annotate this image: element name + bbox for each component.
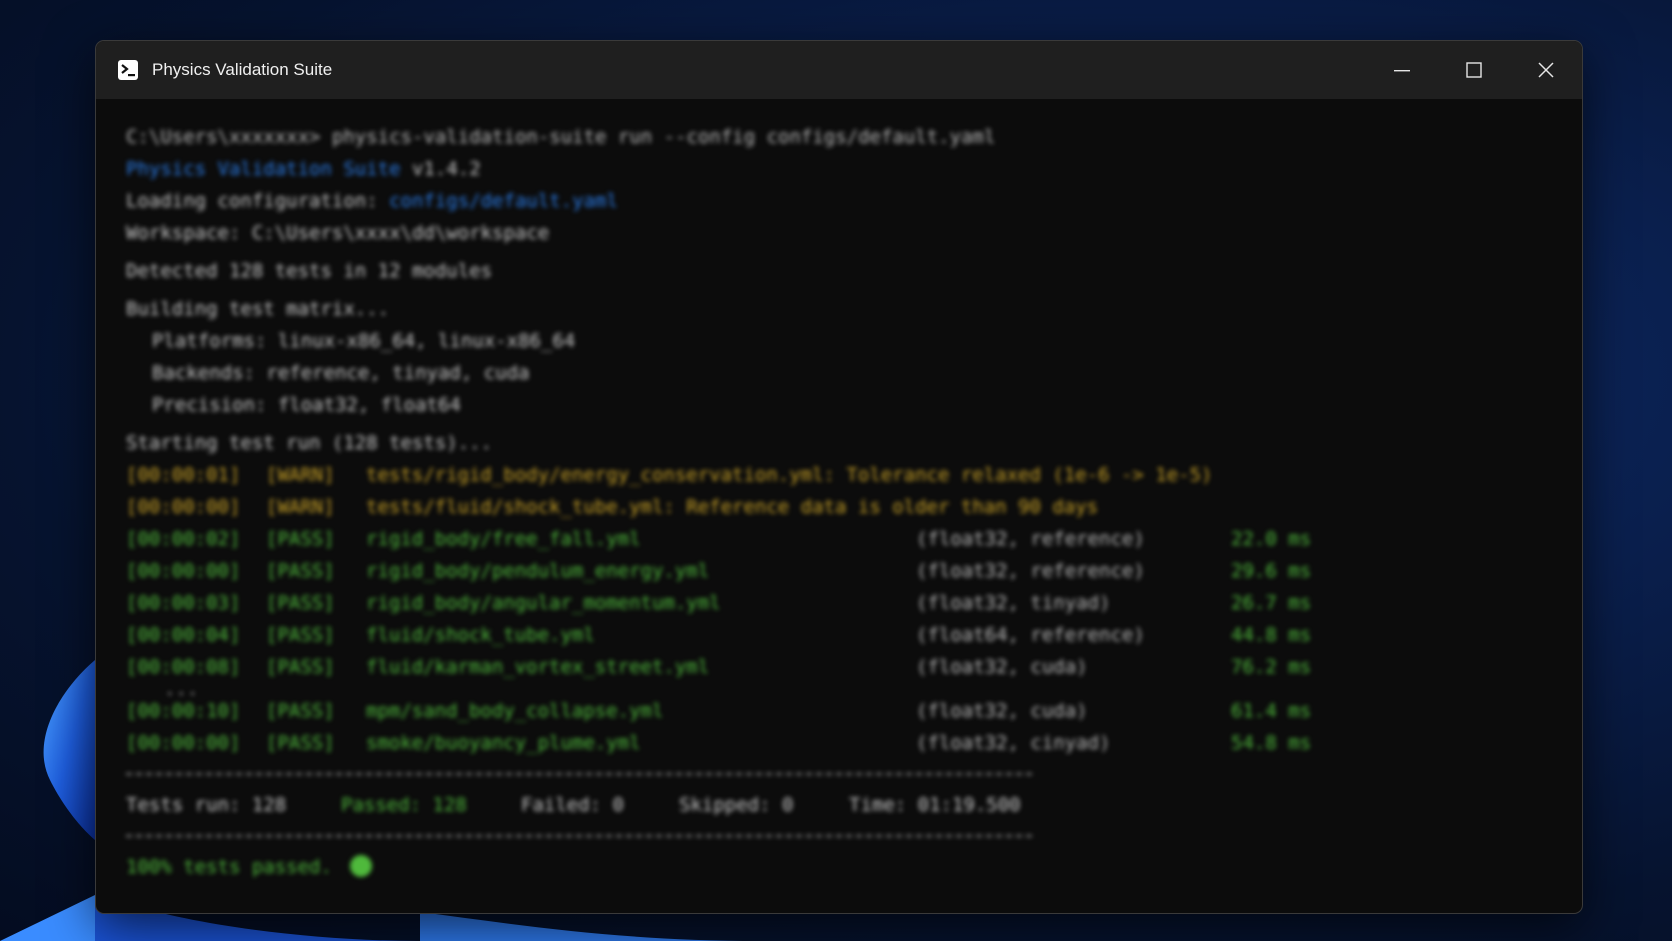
command-line: C:\Users\xxxxxxx> physics-validation-sui… (126, 126, 996, 148)
maximize-icon (1466, 62, 1482, 78)
terminal-output[interactable]: C:\Users\xxxxxxx> physics-validation-sui… (96, 99, 1582, 913)
title-bar[interactable]: Physics Validation Suite (96, 41, 1582, 99)
terminal-app-icon (116, 58, 140, 82)
final-status-line: 100% tests passed. (126, 851, 1582, 883)
warn-line: [00:00:00] [WARN] tests/fluid/shock_tube.y… (126, 496, 1099, 518)
minimize-icon (1394, 70, 1410, 72)
window-title: Physics Validation Suite (152, 60, 333, 79)
pass-line: [00:00:08] [PASS] fluid/karman_vortex_stre… (126, 656, 1312, 678)
pass-line: [00:00:00] [PASS] smoke/buoyancy_plume.yml… (126, 732, 1312, 754)
backends-line: Backends: reference, tinyad, cuda (152, 362, 530, 384)
check-icon (349, 854, 372, 877)
tests-failed: Failed: 0 (521, 794, 624, 816)
pass-line: [00:00:10] [PASS] mpm/sand_body_collapse.y… (126, 700, 1312, 722)
detected-line: Detected 128 tests in 12 modules (126, 260, 493, 282)
pass-line: [00:00:02] [PASS] rigid_body/free_fall.yml… (126, 528, 1312, 550)
tests-passed: Passed: 128 (341, 794, 467, 816)
divider-bottom (126, 835, 1032, 837)
platforms-line: Platforms: linux-x86_64, linux-x86_64 (152, 330, 576, 352)
pass-line: [00:00:04] [PASS] fluid/shock_tube.yml (flo… (126, 624, 1312, 646)
pass-line: [00:00:00] [PASS] rigid_body/pendulum_ener… (126, 560, 1312, 582)
warn-line: [00:00:01] [WARN] tests/rigid_body/energy_… (126, 464, 1213, 486)
workspace-line: Workspace: C:\Users\xxxx\dd\workspace (126, 222, 550, 244)
tests-skipped: Skipped: 0 (679, 794, 794, 816)
window-controls (1366, 41, 1582, 99)
terminal-window: Physics Validation Suite C:\Users\xxxxxx… (95, 40, 1583, 914)
maximize-button[interactable] (1438, 41, 1510, 99)
loading-line: Loading configuration: configs/default.y… (126, 190, 618, 212)
minimize-button[interactable] (1366, 41, 1438, 99)
starting-line: Starting test run (128 tests)... (126, 432, 493, 454)
precision-line: Precision: float32, float64 (152, 394, 461, 416)
close-button[interactable] (1510, 41, 1582, 99)
version-line: Physics Validation Suite v1.4.2 (126, 158, 481, 180)
omitted-ellipsis: ... (164, 678, 199, 700)
close-icon (1538, 62, 1554, 78)
tests-time: Time: 01:19.500 (849, 794, 1021, 816)
tests-run: Tests run: 128 (126, 794, 287, 816)
building-line: Building test matrix... (126, 298, 390, 320)
command-text: physics-validation-suite run --config co… (331, 126, 996, 148)
summary-line: Tests run: 128 Passed: 128 Failed: 0 Ski… (126, 789, 1582, 821)
pass-line: [00:00:03] [PASS] rigid_body/angular_momen… (126, 592, 1312, 614)
divider-top (126, 773, 1032, 775)
